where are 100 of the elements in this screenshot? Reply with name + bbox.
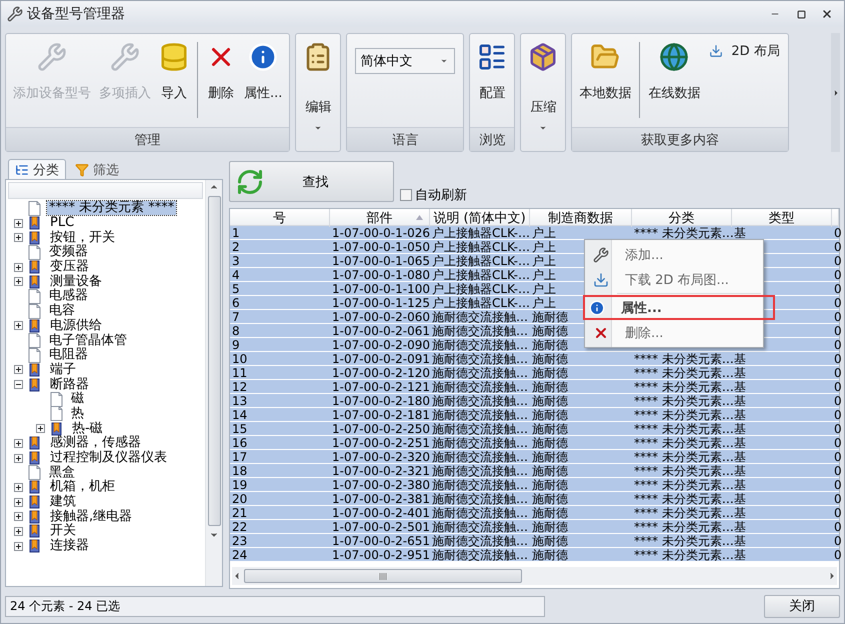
table-cell-text: 19 (231, 478, 248, 492)
table-cell-text: 15 (231, 422, 248, 436)
ribbon-button[interactable]: 压缩 (525, 38, 562, 150)
table-cell-text: 基 (733, 394, 747, 408)
panel-tab[interactable]: 筛选 (68, 159, 126, 179)
ribbon-button[interactable]: 配置 (474, 38, 510, 124)
table-row[interactable]: 16 1-07-00-0-2-251 施耐德交流接触… 施耐德 **** 未分类元素…基 0 (230, 436, 839, 450)
ribbon-button[interactable]: 导入 (156, 38, 192, 124)
tree-item[interactable]: 建筑 (48, 495, 78, 510)
expand-button[interactable] (14, 512, 23, 522)
tree-item[interactable]: **** 未分类元素 **** (47, 201, 176, 216)
table-cell-text: 1-07-00-0-1-100 (331, 282, 431, 296)
expand-button[interactable] (14, 482, 23, 492)
table-cell-text: 施耐德交流接触… (431, 464, 529, 478)
tree-item[interactable]: 黑盒 (47, 466, 77, 480)
tree-item[interactable]: 感测器，传感器 (48, 436, 143, 450)
expand-button[interactable] (14, 233, 23, 242)
table-cell-text: **** 未分类元素… (633, 492, 734, 506)
table-row[interactable]: 19 1-07-00-0-2-380 施耐德交流接触… 施耐德 **** 未分类元素…基 0 (230, 478, 839, 492)
ribbon-button[interactable]: 删除 (203, 38, 239, 124)
tree-item[interactable]: 端子 (48, 362, 78, 377)
layout-button[interactable]: 2D 布局 (705, 40, 784, 62)
expand-button[interactable] (14, 526, 23, 536)
table-cell-text: 1-07-00-0-1-125 (331, 296, 431, 310)
document-icon (28, 348, 41, 363)
table-row[interactable]: 22 1-07-00-0-2-501 施耐德交流接触… 施耐德 **** 未分类元素…基 0 (230, 520, 839, 534)
tree-item[interactable]: 磁 (69, 392, 86, 406)
plus-icon (15, 454, 22, 462)
expand-button[interactable] (14, 454, 23, 463)
table-cell-text: 1-07-00-0-2-120 (331, 366, 431, 380)
table-row[interactable]: 12 1-07-00-0-2-121 施耐德交流接触… 施耐德 **** 未分类元素…基 0 (230, 380, 839, 394)
search-button[interactable]: 查找 (229, 161, 394, 202)
table-cell-text: 1-07-00-0-1-026 (331, 226, 431, 240)
expand-button[interactable] (14, 218, 23, 228)
tree-item[interactable]: 开关 (48, 524, 78, 538)
table-row[interactable]: 13 1-07-00-0-2-180 施耐德交流接触… 施耐德 **** 未分类元素…基 0 (230, 394, 839, 408)
ribbon-button[interactable]: 编辑 (300, 38, 336, 150)
tree-item[interactable]: PLC (48, 216, 76, 230)
expand-button[interactable] (14, 438, 23, 448)
tree-item[interactable]: 过程控制及仪器仪表 (48, 451, 169, 466)
table-cell-text: 户上 (531, 268, 557, 282)
table-row[interactable]: 23 1-07-00-0-2-651 施耐德交流接触… 施耐德 **** 未分类元素…基 0 (230, 534, 839, 548)
expand-button[interactable] (14, 498, 23, 507)
menu-item[interactable]: 属性... (583, 295, 775, 320)
tree-item[interactable]: 连接器 (48, 539, 91, 554)
table-row[interactable]: 10 1-07-00-0-2-091 施耐德交流接触… 施耐德 **** 未分类元素…基 0 (230, 352, 839, 366)
close-button[interactable]: 关闭 (764, 594, 840, 618)
tree-item[interactable]: 电阻器 (47, 348, 90, 362)
tree-item[interactable]: 按钮，开关 (48, 230, 117, 245)
caret-icon (314, 124, 322, 132)
table-cell-text: 施耐德 (531, 422, 569, 436)
tree-item[interactable]: 电感器 (47, 289, 90, 304)
book-icon (28, 451, 42, 466)
expand-button[interactable] (14, 277, 23, 286)
table-row[interactable]: 24 1-07-00-0-2-951 施耐德交流接触… 施耐德 **** 未分类元素…基 0 (230, 548, 839, 562)
tree-item[interactable]: 热 (69, 406, 86, 421)
tree-item[interactable]: 断路器 (48, 378, 91, 392)
tree-item[interactable]: 电子管晶体管 (47, 334, 129, 348)
table-row[interactable]: 1 1-07-00-0-1-026 户上接触器CLK-… 户上 **** 未分类元素…基 0 (230, 226, 839, 240)
expand-button[interactable] (36, 424, 45, 434)
table-cell-text: 施耐德交流接触… (431, 324, 529, 338)
plus-icon (15, 513, 22, 520)
table-cell-text: 23 (231, 534, 248, 548)
ribbon-button[interactable]: 本地数据 (576, 38, 634, 124)
table-cell-text: 22 (231, 520, 248, 534)
table-row[interactable]: 21 1-07-00-0-2-401 施耐德交流接触… 施耐德 **** 未分类元素…基 0 (230, 506, 839, 520)
expand-button[interactable] (14, 365, 23, 374)
table-cell-text: 基 (733, 436, 747, 450)
tree-item[interactable]: 热-磁 (70, 422, 105, 436)
tree-item[interactable]: 电容 (47, 304, 77, 318)
tree-item[interactable]: 变频器 (47, 245, 90, 260)
language-dropdown[interactable]: 简体中文 (355, 48, 456, 74)
expand-button[interactable] (14, 321, 23, 330)
tree-item[interactable]: 接触器,继电器 (48, 510, 134, 524)
status-bar: 24 个元素 - 24 已选 (5, 596, 545, 616)
table-row[interactable]: 11 1-07-00-0-2-120 施耐德交流接触… 施耐德 **** 未分类元素…基 0 (230, 366, 839, 380)
ribbon-button[interactable]: 在线数据 (645, 38, 704, 124)
download-icon (709, 44, 724, 58)
table-row[interactable]: 17 1-07-00-0-2-320 施耐德交流接触… 施耐德 **** 未分类元素…基 0 (230, 450, 839, 464)
table-row[interactable]: 20 1-07-00-0-2-381 施耐德交流接触… 施耐德 **** 未分类元素…基 0 (230, 492, 839, 506)
tree-item[interactable]: 测量设备 (48, 274, 104, 289)
expand-button[interactable] (14, 262, 23, 272)
horizontal-scrollbar[interactable] (232, 567, 837, 585)
button-label: 编辑 (305, 99, 332, 116)
close-icon (821, 8, 833, 20)
table-row[interactable]: 15 1-07-00-0-2-250 施耐德交流接触… 施耐德 **** 未分类元素…基 0 (230, 422, 839, 436)
panel-tab[interactable]: 分类 (8, 159, 66, 179)
ribbon-button[interactable]: 属性... (241, 38, 286, 124)
collapse-button[interactable] (14, 380, 23, 390)
tree-item[interactable]: 变压器 (48, 260, 91, 274)
expand-button[interactable] (14, 542, 23, 551)
info-icon (589, 300, 605, 316)
vertical-scrollbar[interactable] (205, 180, 222, 586)
checkbox[interactable] (400, 189, 412, 201)
tree-item[interactable]: 机箱，机柜 (48, 480, 117, 494)
wrench-icon (37, 42, 67, 72)
table-row[interactable]: 14 1-07-00-0-2-181 施耐德交流接触… 施耐德 **** 未分类元素…基 0 (230, 408, 839, 422)
table-cell-text: 户上接触器CLK-… (431, 226, 532, 240)
table-row[interactable]: 18 1-07-00-0-2-321 施耐德交流接触… 施耐德 **** 未分类元素…基 0 (230, 464, 839, 478)
tree-item[interactable]: 电源供给 (48, 318, 104, 333)
